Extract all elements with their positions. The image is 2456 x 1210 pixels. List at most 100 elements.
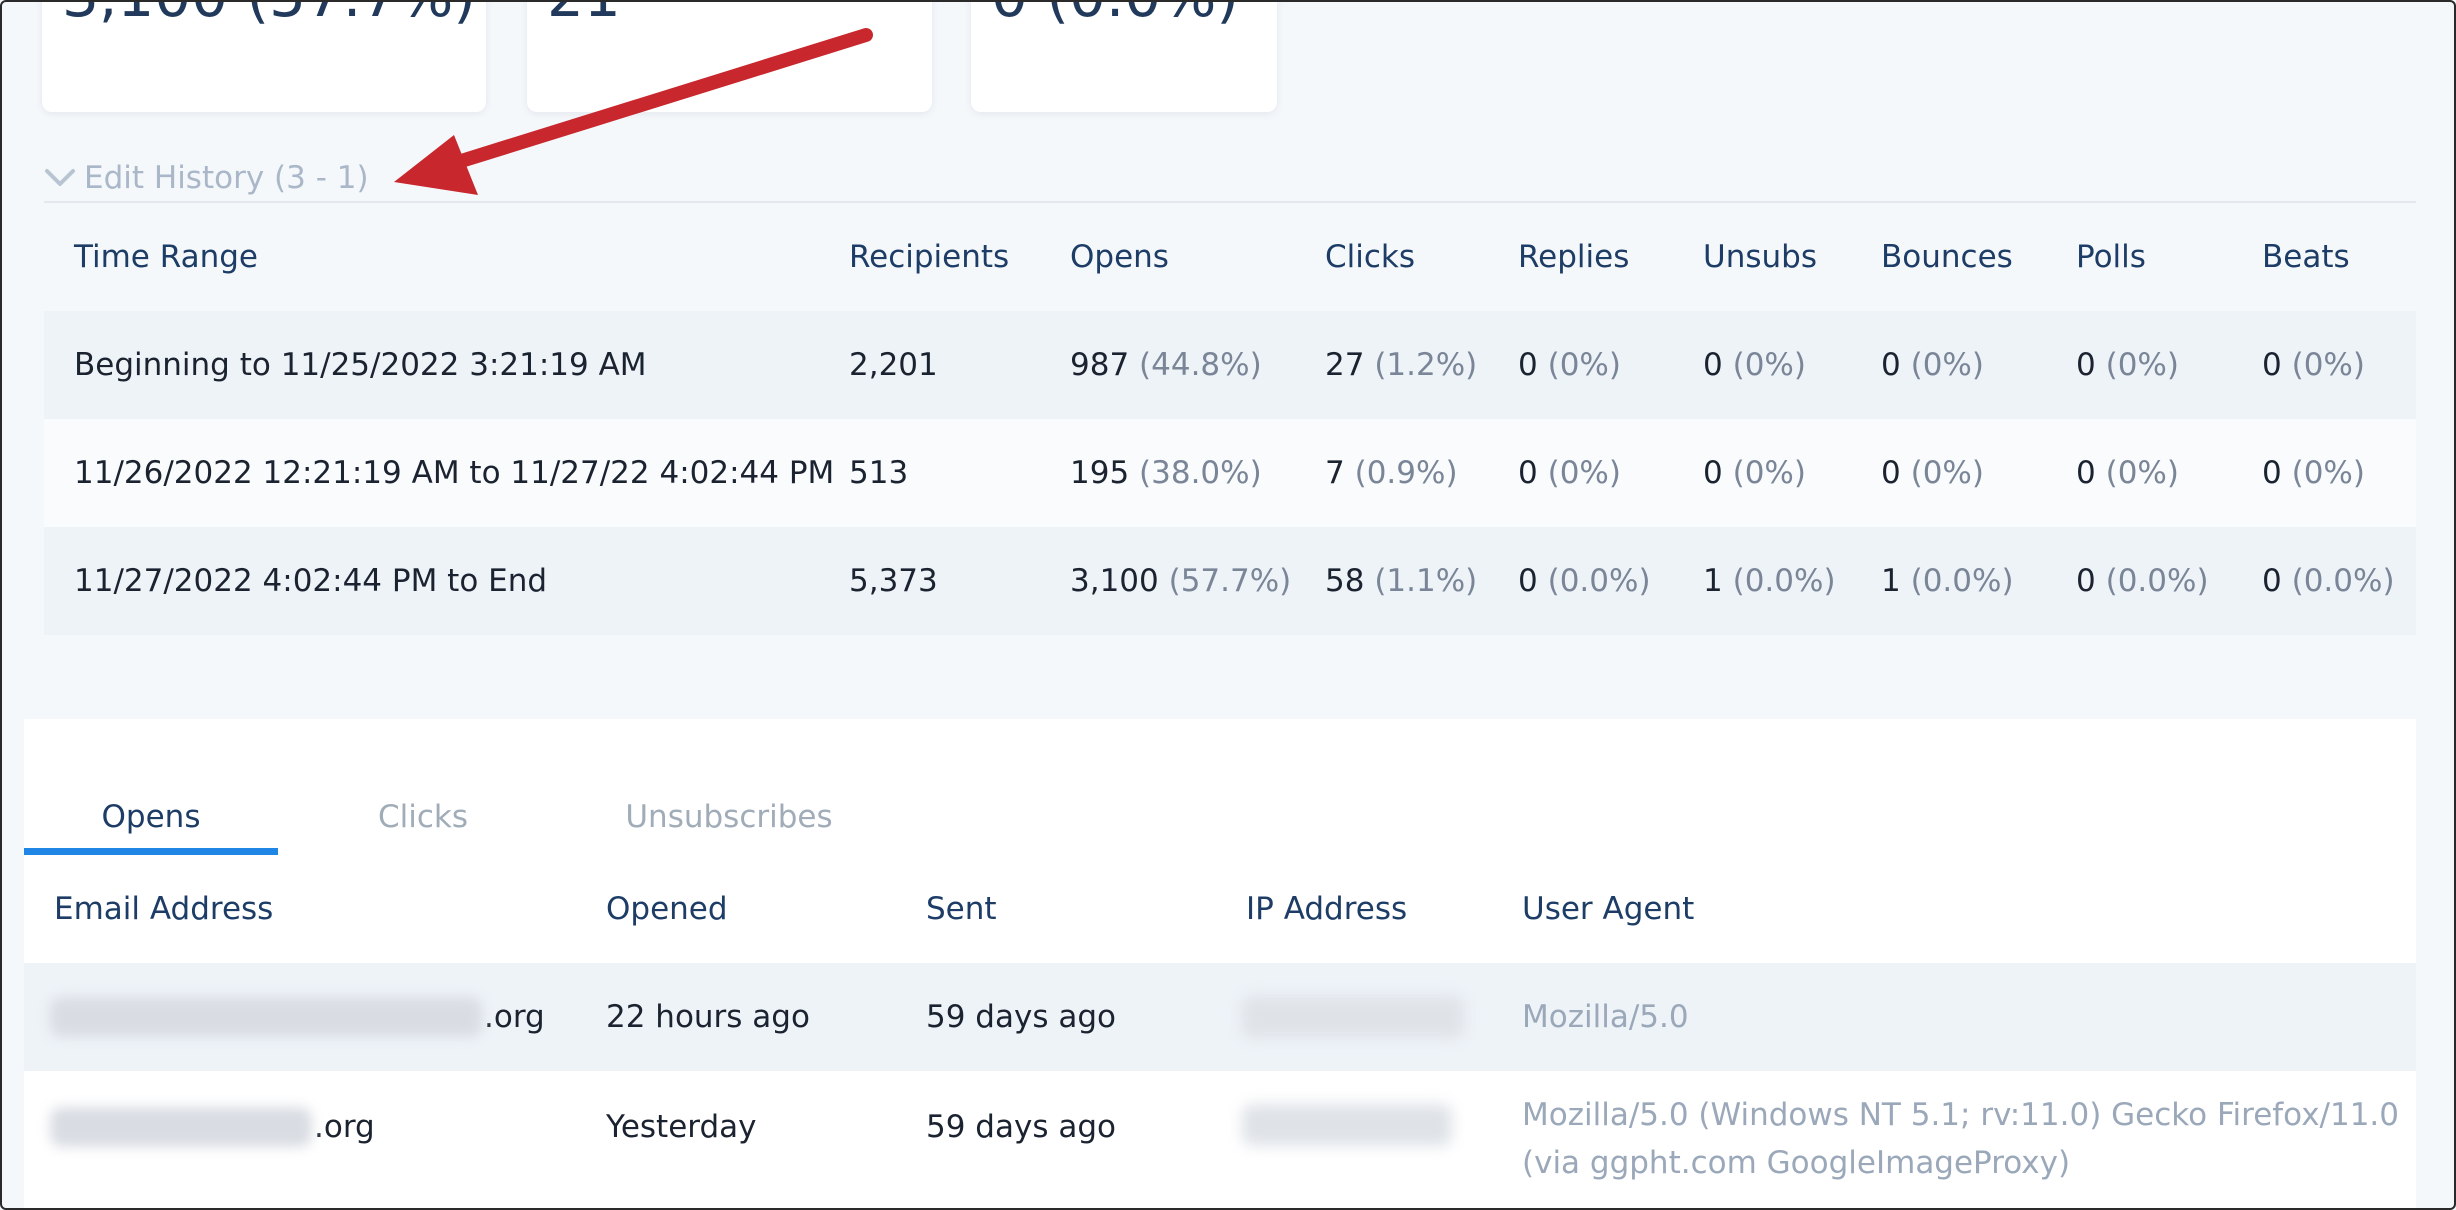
percent: (38.0%) (1139, 455, 1262, 491)
column-header-opened[interactable]: Opened (606, 855, 728, 963)
count: 195 (1070, 455, 1130, 491)
percent: (1.2%) (1374, 347, 1478, 383)
count: 0 (1881, 347, 1901, 383)
table-row[interactable]: .org Yesterday 59 days ago Mozilla/5.0 (… (24, 1071, 2416, 1208)
column-header-replies[interactable]: Replies (1518, 203, 1629, 311)
tab-bar: Opens Clicks Unsubscribes (24, 719, 2416, 857)
count: 0 (1518, 455, 1538, 491)
column-header-recipients[interactable]: Recipients (849, 203, 1009, 311)
table-row: Beginning to 11/25/2022 3:21:19 AM 2,201… (44, 311, 2416, 419)
tab-unsubscribes[interactable]: Unsubscribes (584, 779, 874, 855)
column-header-polls[interactable]: Polls (2076, 203, 2146, 311)
table-row: 11/27/2022 4:02:44 PM to End 5,373 3,100… (44, 527, 2416, 635)
count: 1 (1881, 563, 1901, 599)
time-range-cell: 11/27/2022 4:02:44 PM to End (74, 563, 548, 599)
column-header-clicks[interactable]: Clicks (1325, 203, 1415, 311)
column-header-ip-address[interactable]: IP Address (1246, 855, 1407, 963)
table-header-row: Time Range Recipients Opens Clicks Repli… (44, 203, 2416, 313)
recipients-cell: 2,201 (849, 347, 938, 383)
count: 58 (1325, 563, 1365, 599)
email-suffix: .org (484, 999, 545, 1035)
percent: (0.0%) (2105, 563, 2209, 599)
column-header-unsubs[interactable]: Unsubs (1703, 203, 1817, 311)
column-header-time-range[interactable]: Time Range (74, 203, 258, 311)
polls-cell: 0 (0%) (2076, 419, 2179, 527)
user-agent-cell: Mozilla/5.0 (Windows NT 5.1; rv:11.0) Ge… (1522, 1097, 2400, 1181)
redacted-ip (1242, 996, 1464, 1038)
stat-value: 0 (0.0%) (991, 2, 1239, 30)
percent: (0%) (2291, 455, 2365, 491)
activity-panel: Opens Clicks Unsubscribes Email Address … (24, 719, 2416, 1208)
clicks-cell: 58 (1.1%) (1325, 527, 1477, 635)
count: 7 (1325, 455, 1345, 491)
percent: (0.0%) (2291, 563, 2395, 599)
column-header-beats[interactable]: Beats (2262, 203, 2350, 311)
count: 1 (1703, 563, 1723, 599)
replies-cell: 0 (0%) (1518, 419, 1621, 527)
recipients-cell: 513 (849, 455, 909, 491)
redacted-ip (1242, 1104, 1452, 1146)
count: 0 (1518, 563, 1538, 599)
time-range-cell: 11/26/2022 12:21:19 AM to 11/27/22 4:02:… (74, 455, 835, 491)
beats-cell: 0 (0%) (2262, 419, 2365, 527)
bounces-cell: 1 (0.0%) (1881, 527, 2014, 635)
count: 0 (1518, 347, 1538, 383)
percent: (0%) (2105, 455, 2179, 491)
column-header-user-agent[interactable]: User Agent (1522, 855, 1694, 963)
percent: (0%) (2105, 347, 2179, 383)
user-agent-cell: Mozilla/5.0 (1522, 999, 1689, 1035)
tab-opens[interactable]: Opens (24, 779, 278, 857)
count: 3,100 (1070, 563, 1159, 599)
opens-cell: 987 (44.8%) (1070, 311, 1262, 419)
percent: (0%) (1910, 455, 1984, 491)
percent: (0.0%) (1547, 563, 1651, 599)
beats-cell: 0 (0%) (2262, 311, 2365, 419)
bounces-cell: 0 (0%) (1881, 419, 1984, 527)
percent: (0.0%) (1732, 563, 1836, 599)
percent: (0%) (2291, 347, 2365, 383)
opened-cell: Yesterday (606, 1109, 757, 1145)
sent-cell: 59 days ago (926, 999, 1116, 1035)
column-header-email-address[interactable]: Email Address (54, 855, 273, 963)
table-row: 11/26/2022 12:21:19 AM to 11/27/22 4:02:… (44, 419, 2416, 527)
count: 0 (2076, 563, 2096, 599)
count: 987 (1070, 347, 1130, 383)
opens-cell: 3,100 (57.7%) (1070, 527, 1291, 635)
count: 0 (2076, 455, 2096, 491)
unsubs-cell: 1 (0.0%) (1703, 527, 1836, 635)
count: 0 (1703, 347, 1723, 383)
count: 0 (2076, 347, 2096, 383)
count: 0 (2262, 455, 2282, 491)
percent: (0%) (1732, 455, 1806, 491)
edit-history-toggle[interactable]: Edit History (3 - 1) (44, 158, 369, 198)
count: 0 (2262, 563, 2282, 599)
clicks-cell: 27 (1.2%) (1325, 311, 1477, 419)
chevron-down-icon (45, 169, 75, 186)
replies-cell: 0 (0%) (1518, 311, 1621, 419)
percent: (44.8%) (1139, 347, 1262, 383)
opened-cell: 22 hours ago (606, 999, 810, 1035)
annotation-arrow-icon (394, 28, 873, 195)
polls-cell: 0 (0%) (2076, 311, 2179, 419)
email-cell: .org (50, 963, 545, 1071)
replies-cell: 0 (0.0%) (1518, 527, 1651, 635)
tab-clicks[interactable]: Clicks (296, 779, 550, 855)
count: 0 (1881, 455, 1901, 491)
table-header-row: Email Address Opened Sent IP Address Use… (24, 855, 2416, 965)
time-range-cell: Beginning to 11/25/2022 3:21:19 AM (74, 347, 647, 383)
count: 0 (1703, 455, 1723, 491)
stat-card-unsubs: 0 (0.0%) (971, 2, 1277, 112)
email-cell: .org (50, 1057, 375, 1197)
redacted-email (50, 1107, 312, 1147)
redacted-email (50, 997, 482, 1037)
column-header-sent[interactable]: Sent (926, 855, 997, 963)
column-header-opens[interactable]: Opens (1070, 203, 1169, 311)
ip-cell (1242, 1055, 1452, 1195)
percent: (0%) (1547, 455, 1621, 491)
percent: (0%) (1732, 347, 1806, 383)
clicks-cell: 7 (0.9%) (1325, 419, 1458, 527)
percent: (0.0%) (1910, 563, 2014, 599)
column-header-bounces[interactable]: Bounces (1881, 203, 2013, 311)
bounces-cell: 0 (0%) (1881, 311, 1984, 419)
table-row[interactable]: .org 22 hours ago 59 days ago Mozilla/5.… (24, 963, 2416, 1071)
